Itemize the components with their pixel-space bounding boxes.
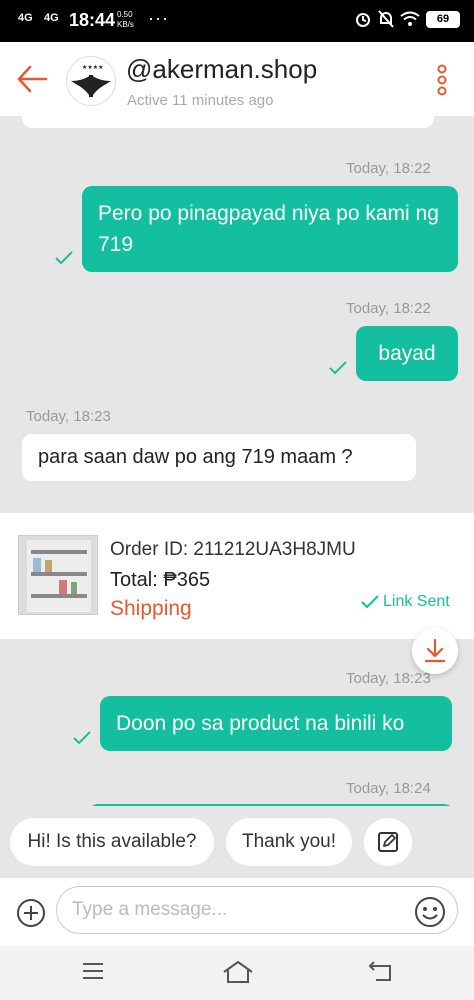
message-timestamp: Today, 18:23: [26, 408, 111, 425]
battery-icon: 69: [426, 10, 460, 28]
message-input[interactable]: [56, 886, 458, 934]
read-check-icon: [55, 251, 73, 265]
more-options-button[interactable]: [432, 64, 452, 101]
outgoing-message[interactable]: Pero po pinagpayad niya po kami ng 719: [82, 186, 458, 272]
network-indicator: 4G: [18, 12, 33, 24]
outgoing-message[interactable]: bayad: [356, 326, 458, 381]
emoji-button[interactable]: [414, 896, 446, 933]
back-nav-button[interactable]: [368, 960, 394, 987]
network-speed: 0.50 KB/s: [117, 10, 134, 30]
back-button[interactable]: [16, 64, 48, 99]
message-timestamp: Today, 18:23: [346, 670, 431, 687]
arrow-down-icon: [424, 638, 446, 663]
chat-header: ★★★★ @akerman.shop Active 11 minutes ago: [0, 42, 474, 116]
plus-circle-icon: [17, 899, 45, 927]
menu-nav-button[interactable]: [82, 960, 104, 987]
kebab-menu-icon: [437, 64, 447, 96]
shop-avatar[interactable]: ★★★★: [66, 56, 116, 106]
outgoing-message[interactable]: Doon po sa product na binili ko: [100, 696, 452, 751]
status-icons: 69: [354, 10, 460, 28]
edit-quick-replies-button[interactable]: [364, 818, 412, 866]
home-nav-button[interactable]: [222, 960, 254, 989]
mute-icon: [378, 10, 394, 28]
active-status: Active 11 minutes ago: [127, 92, 274, 109]
order-status: Shipping: [110, 597, 192, 620]
back-nav-icon: [368, 961, 391, 981]
order-id: Order ID: 211212UA3H8JMU: [110, 539, 356, 560]
message-timestamp: Today, 18:22: [346, 160, 431, 177]
chat-messages[interactable]: Today, 18:22 Pero po pinagpayad niya po …: [0, 116, 474, 816]
alarm-icon: [356, 13, 370, 27]
scroll-to-bottom-button[interactable]: [412, 628, 458, 674]
link-sent-label: Link Sent: [383, 593, 450, 610]
link-sent-status: Link Sent: [360, 593, 450, 611]
menu-icon: [83, 963, 103, 979]
emoji-icon: [415, 897, 445, 927]
read-check-icon: [329, 361, 347, 375]
system-nav-bar: [0, 946, 474, 1000]
read-check-icon: [73, 731, 91, 745]
product-shelf-image: [27, 540, 91, 612]
more-notifications-icon: ···: [148, 8, 169, 28]
home-icon: [223, 960, 253, 983]
message-timestamp: Today, 18:24: [346, 780, 431, 797]
product-thumbnail: [18, 535, 98, 615]
message-timestamp: Today, 18:22: [346, 300, 431, 317]
wifi-icon: [400, 11, 420, 26]
network-speed-unit: KB/s: [117, 20, 134, 29]
add-attachment-button[interactable]: [16, 898, 46, 933]
status-bar: 4G 4G 18:44 0.50 KB/s ··· 69: [0, 0, 474, 42]
svg-text:★★★★: ★★★★: [82, 64, 104, 71]
quick-replies-bar: Hi! Is this available? Thank you!: [0, 806, 474, 878]
incoming-message[interactable]: para saan daw po ang 719 maam ?: [22, 434, 416, 481]
previous-message-bubble: [22, 116, 434, 128]
quick-reply-button[interactable]: Thank you!: [226, 818, 352, 866]
message-input-bar: [0, 878, 474, 946]
order-card[interactable]: Order ID: 211212UA3H8JMU Total: ₱365 Shi…: [0, 513, 474, 639]
check-icon: [361, 595, 379, 609]
shop-name[interactable]: @akerman.shop: [126, 54, 317, 85]
shop-logo-icon: ★★★★: [71, 64, 111, 97]
back-arrow-icon: [17, 65, 48, 93]
network-speed-value: 0.50: [117, 10, 133, 19]
edit-icon: [378, 832, 398, 852]
quick-reply-button[interactable]: Hi! Is this available?: [10, 818, 214, 866]
clock: 18:44: [69, 10, 116, 30]
network-indicator-2: 4G: [44, 12, 59, 24]
order-total: Total: ₱365: [110, 569, 211, 591]
